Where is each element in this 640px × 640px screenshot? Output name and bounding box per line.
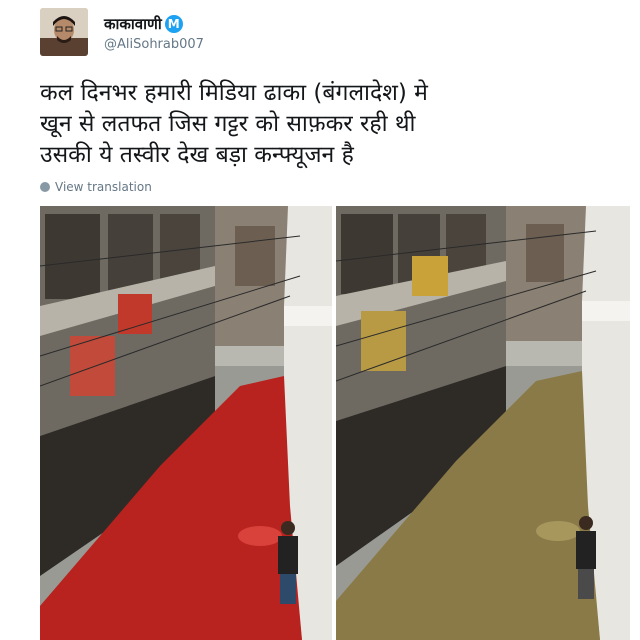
avatar-image [40,8,88,56]
tweet-photo-brown-street[interactable] [336,206,630,640]
tweet-text-line: खून से लतफत जिस गट्टर को साफ़कर रही थी [40,111,416,137]
photo-red-street-image [40,206,332,640]
tweet-header: काकावाणी M @AliSohrab007 [40,8,600,58]
avatar[interactable] [40,8,88,56]
tweet-text-line: उसकी ये तस्वीर देख बड़ा कन्फ्यूजन है [40,142,354,168]
verified-badge-icon: M [164,15,183,33]
view-translation-link[interactable]: View translation [40,180,152,194]
display-name[interactable]: काकावाणी M [104,14,183,34]
tweet-text-line: कल दिनभर हमारी मिडिया ढाका (बंगलादेश) मे [40,80,428,106]
photo-brown-street-image [336,206,630,640]
view-translation-label: View translation [55,180,152,194]
globe-icon [40,182,50,192]
tweet-photo-red-street[interactable] [40,206,332,640]
display-name-text: काकावाणी [104,15,162,33]
tweet-text: कल दिनभर हमारी मिडिया ढाका (बंगलादेश) मे… [40,78,600,171]
user-handle[interactable]: @AliSohrab007 [104,37,204,52]
